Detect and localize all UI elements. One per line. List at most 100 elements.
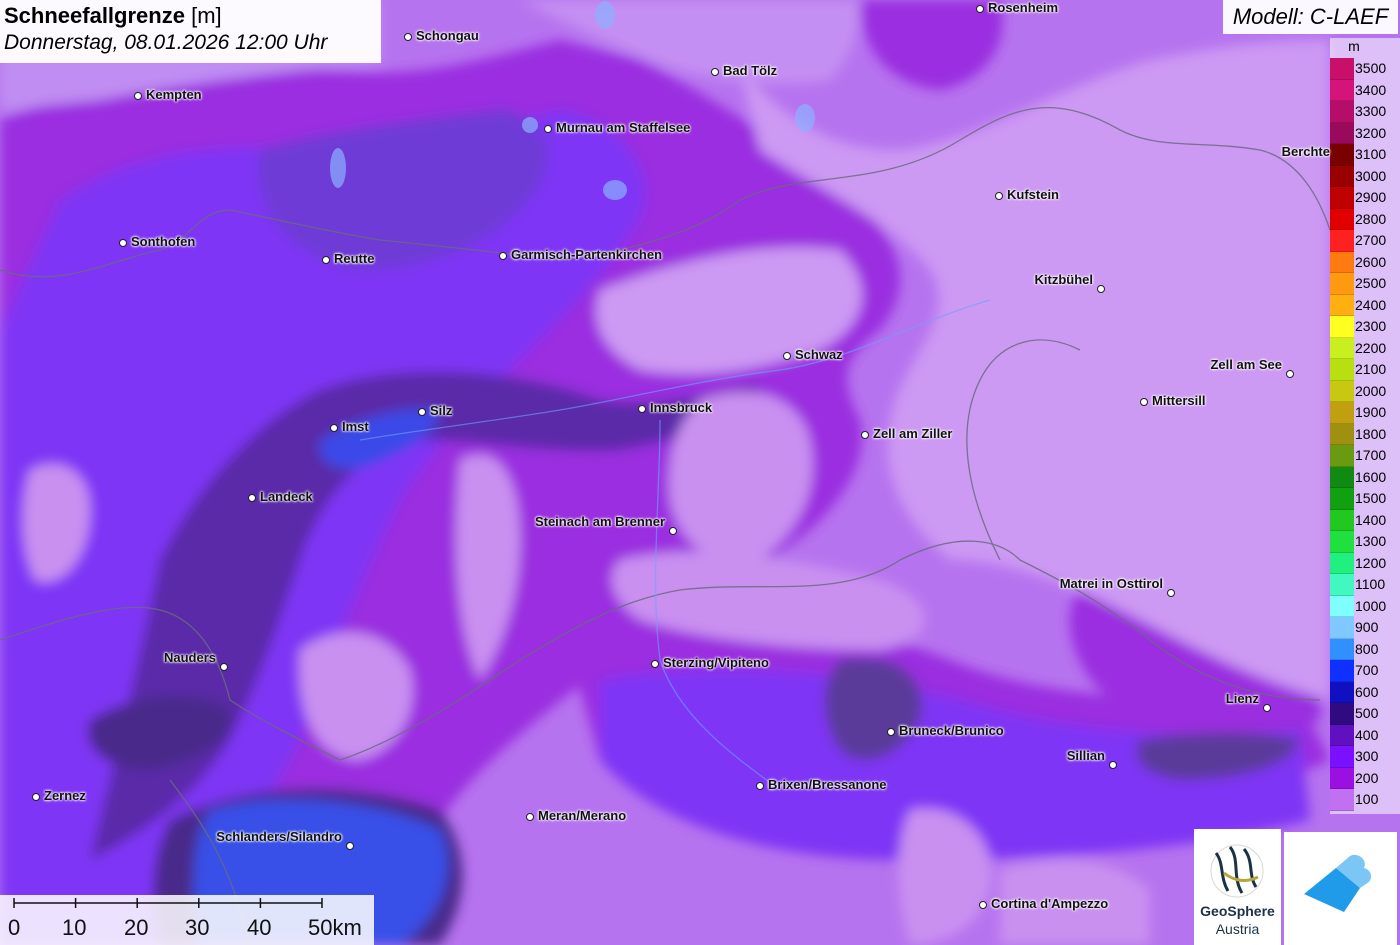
legend-label: 2000 [1355, 382, 1387, 399]
city-label: Meran/Merano [538, 808, 627, 823]
city-label: Kempten [146, 87, 202, 102]
legend-swatch [1330, 79, 1354, 101]
legend-swatch [1330, 638, 1354, 660]
city-label: Reutte [334, 251, 375, 266]
lake [330, 148, 346, 188]
legend-entry: 400 [1330, 724, 1400, 746]
city-marker-icon [345, 841, 354, 850]
city-label: Schwaz [795, 347, 843, 362]
legend-label: 2700 [1355, 232, 1387, 248]
city-marker-icon [710, 67, 719, 76]
legend-label: 2400 [1355, 296, 1387, 313]
legend-entry: 2300 [1330, 316, 1400, 338]
legend-swatch [1330, 380, 1354, 402]
legend-swatch [1330, 789, 1354, 811]
city-label: Imst [342, 419, 369, 434]
legend-swatch [1330, 445, 1354, 467]
title-line: Schneefallgrenze [m] [4, 3, 377, 29]
legend-entry: 2200 [1330, 337, 1400, 359]
city-marker-icon [321, 255, 330, 264]
legend-entry: 2400 [1330, 294, 1400, 316]
legend-label: 300 [1355, 748, 1379, 764]
scale-label: 20 [124, 915, 149, 940]
city-marker-icon [755, 781, 764, 790]
legend-entry: 3500 [1330, 58, 1400, 80]
legend-swatch [1330, 337, 1354, 359]
legend-label: 600 [1355, 683, 1379, 700]
city-label: Bad Tölz [723, 63, 778, 78]
legend-entry: 1000 [1330, 595, 1400, 617]
city-label: Berchte [1281, 144, 1330, 159]
legend-label: 1600 [1355, 468, 1387, 485]
city-label: Sillian [1066, 748, 1105, 763]
legend-swatch [1330, 552, 1354, 574]
legend-label: 3400 [1355, 81, 1387, 98]
city-label: Zell am Ziller [873, 426, 953, 441]
legend-swatch [1330, 359, 1354, 381]
legend-entry: 1900 [1330, 402, 1400, 424]
legend-label: 1900 [1355, 404, 1387, 420]
city-label: Silz [430, 403, 453, 418]
legend-swatch [1330, 402, 1354, 424]
city-marker-icon [975, 4, 984, 13]
legend-swatch [1330, 466, 1354, 488]
geosphere-logo[interactable]: GeoSphere Austria [1194, 829, 1281, 945]
legend-swatch [1330, 703, 1354, 725]
legend-entry: 1400 [1330, 509, 1400, 531]
forecast-datetime: Donnerstag, 08.01.2026 12:00 Uhr [4, 31, 328, 54]
legend-label: 3100 [1355, 146, 1387, 162]
legend-entry: 900 [1330, 617, 1400, 639]
legend-entry: 3000 [1330, 165, 1400, 187]
legend-entry: 3100 [1330, 144, 1400, 166]
legend-label: 3000 [1355, 167, 1387, 184]
legend-label: 2800 [1355, 210, 1387, 227]
legend-entry: 1500 [1330, 488, 1400, 510]
city-label: Kitzbühel [1034, 272, 1094, 287]
city-marker-icon [782, 351, 791, 360]
legend-label: 1800 [1355, 425, 1387, 442]
legend-label: 100 [1355, 791, 1379, 807]
city-marker-icon [994, 191, 1003, 200]
legend-entry: 1300 [1330, 531, 1400, 553]
legend-label: 1300 [1355, 533, 1387, 549]
legend-swatch [1330, 251, 1354, 273]
city-marker-icon [1108, 760, 1117, 769]
legend-label: 3200 [1355, 124, 1387, 141]
legend-swatch [1330, 58, 1354, 80]
city-marker-icon [978, 900, 987, 909]
city-marker-icon [417, 407, 426, 416]
title-box: Schneefallgrenze [m] Donnerstag, 08.01.2… [0, 0, 381, 63]
legend-entry: 2700 [1330, 230, 1400, 252]
cloud-logo[interactable] [1284, 832, 1397, 945]
city-label: Zell am See [1210, 357, 1282, 372]
lake [595, 1, 615, 29]
geosphere-logo-icon [1210, 844, 1264, 898]
legend-entry: 1800 [1330, 423, 1400, 445]
city-marker-icon [668, 526, 677, 535]
legend-entry: 200 [1330, 767, 1400, 789]
scale-label: 0 [8, 915, 21, 940]
city-label: Landeck [260, 489, 313, 504]
city-label: Brixen/Bressanone [768, 777, 887, 792]
legend-entry: 2600 [1330, 251, 1400, 273]
legend-label: 1700 [1355, 447, 1387, 463]
legend-label: 1500 [1355, 490, 1387, 506]
legend-swatch [1330, 574, 1354, 596]
legend-entry: 1700 [1330, 445, 1400, 467]
city-label: Kufstein [1007, 187, 1059, 202]
snowline-map[interactable] [0, 0, 1400, 945]
legend-rows: 3500 3400 3300 3200 3100 3000 2900 2800 2700 2600… [1330, 58, 1400, 811]
city-label: Lienz [1225, 691, 1259, 706]
legend-label: 2300 [1355, 318, 1387, 334]
legend-swatch [1330, 101, 1354, 123]
legend-entry: 2800 [1330, 208, 1400, 230]
legend-label: 400 [1355, 726, 1379, 743]
city-marker-icon [637, 404, 646, 413]
legend-swatch [1330, 144, 1354, 166]
scale-label: 30 [185, 915, 210, 940]
legend-entry: 3300 [1330, 101, 1400, 123]
legend-entry: 700 [1330, 660, 1400, 682]
city-label: Schongau [416, 28, 479, 43]
city-label: Nauders [163, 650, 216, 665]
legend-entry: 500 [1330, 703, 1400, 725]
